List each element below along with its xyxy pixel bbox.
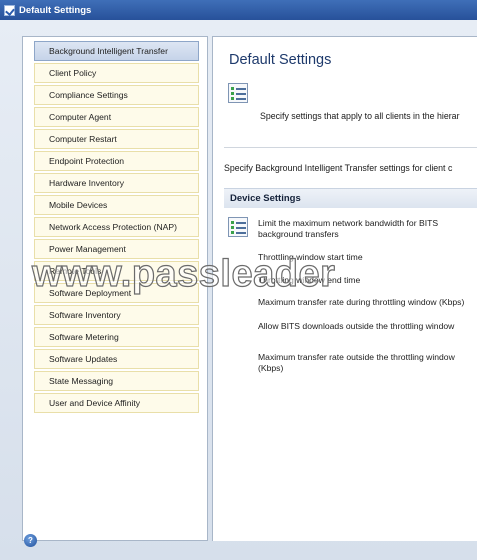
setting-max-rate-outside-window[interactable]: Maximum transfer rate outside the thrott…: [258, 352, 477, 373]
sidebar-item-user-and-device-affinity[interactable]: User and Device Affinity: [34, 393, 199, 413]
device-settings-header: Device Settings: [224, 188, 477, 208]
sidebar-item-computer-restart[interactable]: Computer Restart: [34, 129, 199, 149]
settings-nav-list: Background Intelligent Transfer Client P…: [34, 41, 199, 415]
setting-throttling-end-time[interactable]: Throttling window end time: [258, 275, 477, 286]
sidebar-item-state-messaging[interactable]: State Messaging: [34, 371, 199, 391]
sidebar-item-software-deployment[interactable]: Software Deployment: [34, 283, 199, 303]
intro-text: Specify settings that apply to all clien…: [260, 111, 460, 121]
sidebar-item-client-policy[interactable]: Client Policy: [34, 63, 199, 83]
window-title-bar: Default Settings: [0, 0, 477, 20]
setting-limit-bandwidth[interactable]: Limit the maximum network bandwidth for …: [258, 218, 477, 239]
sidebar-item-mobile-devices[interactable]: Mobile Devices: [34, 195, 199, 215]
settings-nav-pane: Background Intelligent Transfer Client P…: [22, 36, 208, 541]
sidebar-item-software-metering[interactable]: Software Metering: [34, 327, 199, 347]
setting-throttling-start-time[interactable]: Throttling window start time: [258, 252, 477, 263]
setting-max-rate-during-window[interactable]: Maximum transfer rate during throttling …: [258, 297, 477, 308]
divider: [224, 147, 477, 148]
sidebar-item-remote-tools[interactable]: Remote Tools: [34, 261, 199, 281]
checkbox-app-icon: [4, 4, 15, 16]
sidebar-item-network-access-protection[interactable]: Network Access Protection (NAP): [34, 217, 199, 237]
dialog-body: Background Intelligent Transfer Client P…: [0, 20, 477, 560]
specify-description: Specify Background Intelligent Transfer …: [224, 163, 453, 173]
sidebar-item-software-updates[interactable]: Software Updates: [34, 349, 199, 369]
page-title: Default Settings: [229, 52, 332, 68]
sidebar-item-computer-agent[interactable]: Computer Agent: [34, 107, 199, 127]
setting-allow-downloads-outside-window[interactable]: Allow BITS downloads outside the throttl…: [258, 321, 477, 332]
settings-list-icon: [228, 83, 248, 103]
sidebar-item-hardware-inventory[interactable]: Hardware Inventory: [34, 173, 199, 193]
sidebar-item-background-intelligent-transfer[interactable]: Background Intelligent Transfer: [34, 41, 199, 61]
device-settings-icon: [228, 217, 248, 237]
sidebar-item-power-management[interactable]: Power Management: [34, 239, 199, 259]
help-icon[interactable]: ?: [24, 534, 37, 547]
settings-content-pane: Default Settings Specify settings that a…: [212, 36, 477, 541]
sidebar-item-software-inventory[interactable]: Software Inventory: [34, 305, 199, 325]
sidebar-item-endpoint-protection[interactable]: Endpoint Protection: [34, 151, 199, 171]
window-title: Default Settings: [19, 4, 92, 16]
sidebar-item-compliance-settings[interactable]: Compliance Settings: [34, 85, 199, 105]
